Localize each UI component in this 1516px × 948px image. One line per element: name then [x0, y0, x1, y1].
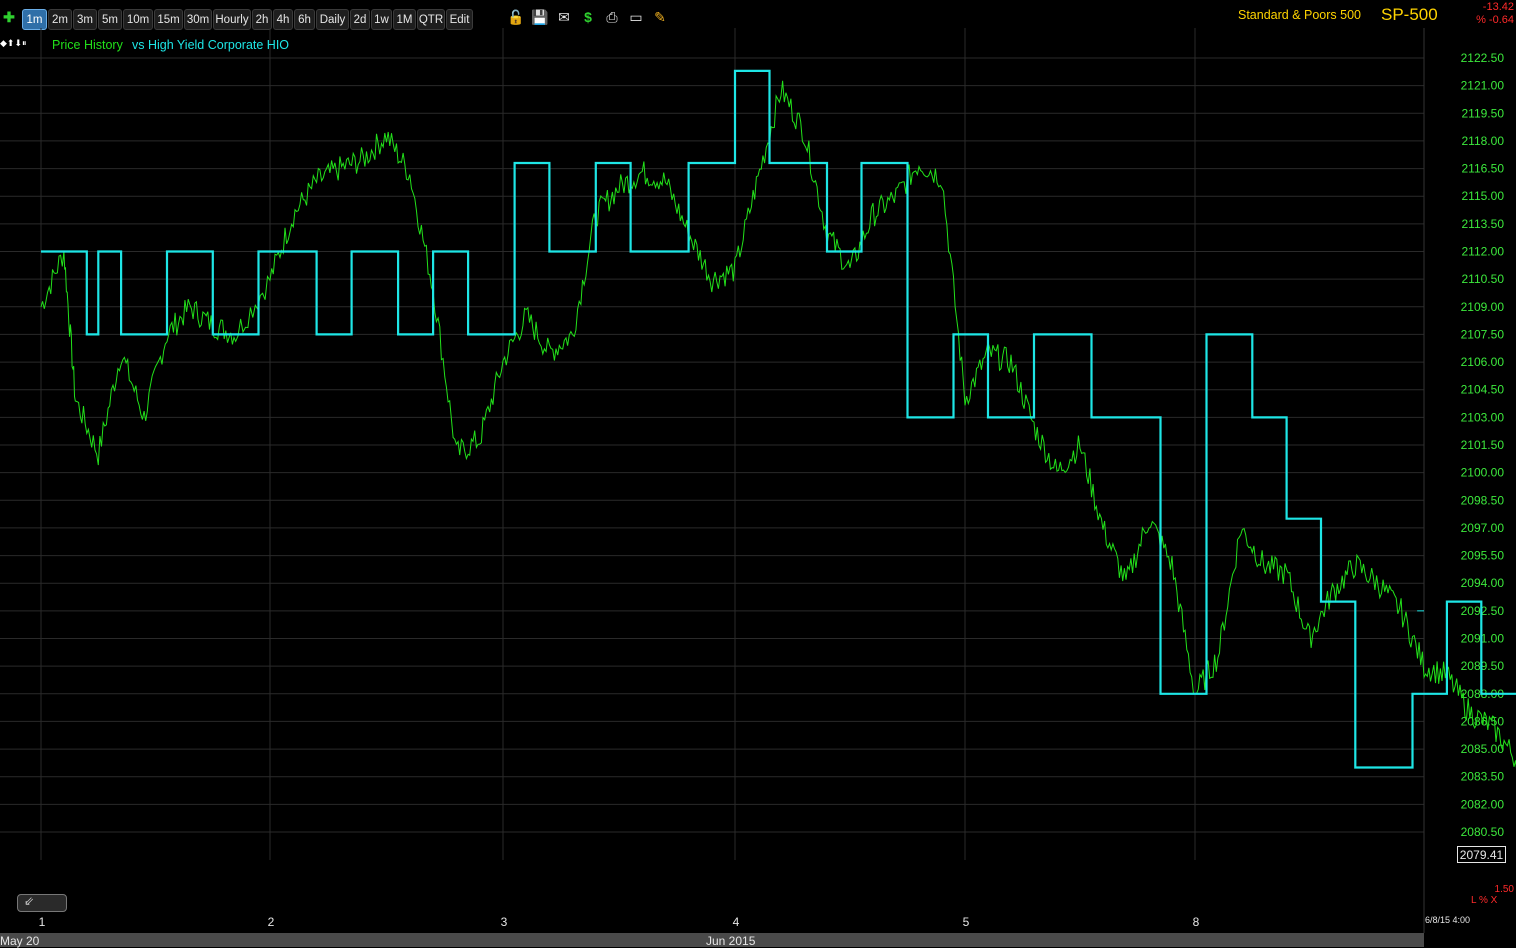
y-tick-label: 2098.50 — [1461, 493, 1505, 507]
x-tick-label: 8 — [1193, 915, 1200, 929]
time-scroll-bar[interactable]: May 20 Jun 2015 — [0, 933, 1424, 948]
indicator-value: 1.50 — [1494, 884, 1514, 895]
y-tick-label: 2095.50 — [1461, 549, 1505, 563]
y-tick-label: 2082.00 — [1461, 797, 1505, 811]
y-tick-label: 2109.00 — [1461, 300, 1505, 314]
y-tick-label: 2121.00 — [1461, 79, 1505, 93]
y-tick-label: 2104.50 — [1461, 383, 1505, 397]
y-tick-label: 2080.50 — [1461, 825, 1505, 839]
y-tick-label: 2106.00 — [1461, 355, 1505, 369]
x-tick-label: 3 — [501, 915, 508, 929]
y-tick-label: 2122.50 — [1461, 51, 1505, 65]
x-tick-label: 4 — [733, 915, 740, 929]
y-tick-label: 2094.00 — [1461, 576, 1505, 590]
y-tick-label: 2119.50 — [1462, 106, 1505, 120]
y-tick-label: 2118.00 — [1462, 134, 1505, 148]
bottom-label-month: Jun 2015 — [706, 934, 756, 948]
y-tick-label: 2107.50 — [1461, 327, 1505, 341]
last-price-box: 2079.41 — [1457, 846, 1506, 863]
y-tick-label: 2115.00 — [1462, 189, 1505, 203]
x-tick-label: 2 — [268, 915, 275, 929]
price-chart: 2122.50 2121.00 2119.50 2118.00 2116.50 2115.… — [0, 28, 1516, 933]
y-tick-label: 2100.00 — [1461, 466, 1505, 480]
legend-comparison-label: vs High Yield Corporate HIO — [132, 38, 290, 52]
bottom-label-start: May 20 — [0, 934, 40, 948]
y-tick-label: 2112.00 — [1462, 245, 1505, 259]
indicator-controls[interactable]: L % X — [1471, 895, 1497, 906]
legend-arrows-icon[interactable]: ◆⬆⬇⏸ — [0, 38, 27, 49]
legend-price-label: Price History — [52, 38, 123, 52]
y-tick-label: 2092.50 — [1461, 604, 1505, 618]
y-tick-label: 2097.00 — [1461, 521, 1505, 535]
comparison-line — [41, 69, 1516, 769]
y-tick-label: 2101.50 — [1461, 438, 1505, 452]
y-tick-label: 2103.00 — [1461, 410, 1505, 424]
y-tick-label: 2113.50 — [1462, 217, 1505, 231]
price-history-line — [40, 80, 1516, 769]
x-tick-label: 1 — [39, 915, 46, 929]
scroll-handle[interactable]: ⇙ — [17, 894, 67, 912]
y-tick-label: 2116.50 — [1462, 162, 1505, 176]
y-tick-label: 2083.50 — [1461, 770, 1505, 784]
x-tick-label: 5 — [963, 915, 970, 929]
y-tick-label: 2110.50 — [1462, 272, 1505, 286]
scroll-grip-icon: ⇙ — [24, 894, 35, 908]
y-tick-label: 2089.50 — [1461, 659, 1505, 673]
y-tick-label: 2091.00 — [1461, 632, 1505, 646]
y-tick-label: 2085.00 — [1461, 742, 1505, 756]
end-date-label: 6/8/15 4:00 — [1425, 915, 1471, 925]
